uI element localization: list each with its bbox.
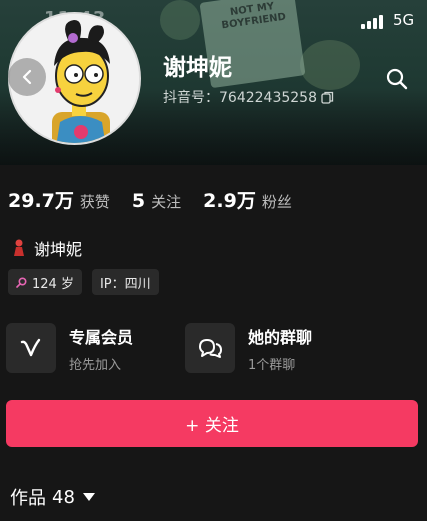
female-icon (16, 276, 27, 288)
nickname-row: 谢坤妮 (12, 236, 82, 260)
group-chat-card[interactable]: 她的群聊 1个群聊 (185, 320, 312, 376)
works-label: 作品 (10, 488, 46, 509)
vip-subtitle: 抢先加入 (69, 357, 122, 373)
age-tag: 124 岁 (8, 269, 82, 295)
works-count: 48 (52, 486, 75, 508)
group-chat-subtitle: 1个群聊 (248, 357, 296, 373)
search-icon[interactable] (385, 67, 409, 91)
stat-followers-label: 粉丝 (261, 193, 292, 211)
chevron-left-icon (22, 69, 32, 85)
group-chat-title: 她的群聊 (248, 327, 313, 347)
stat-following[interactable]: 5 关注 (132, 190, 181, 212)
stat-likes-num: 29.7万 (8, 190, 74, 212)
profile-tags: 124 岁 IP：四川 (8, 269, 159, 295)
vip-v-icon (20, 338, 41, 357)
stat-followers[interactable]: 2.9万 粉丝 (203, 186, 292, 213)
stat-following-label: 关注 (151, 193, 182, 211)
stat-likes[interactable]: 29.7万 获赞 (8, 186, 110, 213)
network-type: 5G (393, 11, 415, 29)
works-tab[interactable]: 作品 48 (10, 484, 95, 510)
signal-icon (361, 15, 385, 29)
stat-likes-label: 获赞 (79, 193, 110, 211)
ip-text: IP：四川 (99, 276, 151, 292)
vip-title: 专属会员 (69, 327, 134, 347)
back-button[interactable] (8, 58, 46, 96)
stat-following-num: 5 (131, 190, 146, 212)
dropdown-triangle-icon (82, 493, 95, 501)
profile-stats: 29.7万 获赞 5 关注 2.9万 粉丝 (8, 186, 314, 214)
chat-bubbles-icon (199, 339, 222, 358)
ip-tag: IP：四川 (91, 269, 159, 295)
copy-icon[interactable] (321, 91, 334, 104)
douyin-id[interactable]: 抖音号：76422435258 (163, 87, 334, 107)
banner-decor (300, 40, 360, 90)
banner-decor (160, 0, 200, 40)
figure-icon (14, 239, 24, 256)
age-text: 124 岁 (32, 276, 74, 292)
profile-name: 谢坤妮 (163, 55, 232, 81)
vip-card[interactable]: 专属会员 抢先加入 (6, 320, 133, 376)
follow-button[interactable]: + 关注 (6, 400, 418, 447)
nickname-text: 谢坤妮 (34, 240, 83, 259)
douyin-id-text: 抖音号：76422435258 (163, 90, 317, 106)
stat-followers-num: 2.9万 (203, 190, 256, 212)
